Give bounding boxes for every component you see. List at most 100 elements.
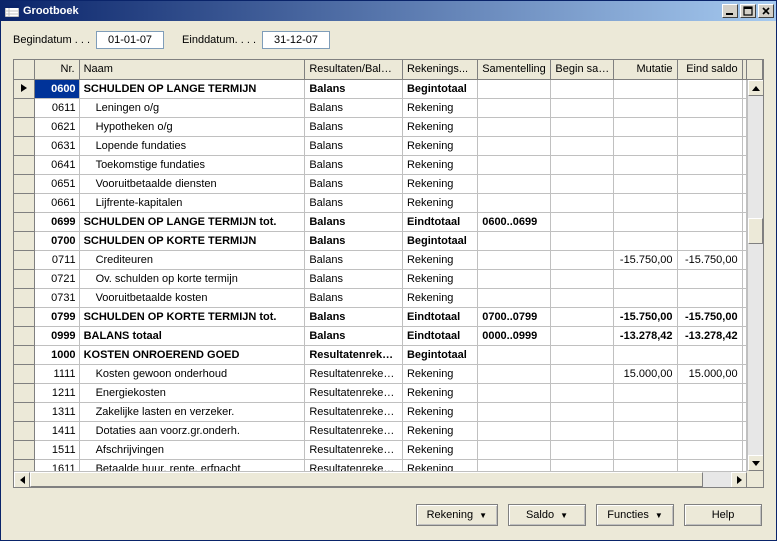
close-button[interactable] (758, 4, 774, 18)
cell-naam[interactable]: KOSTEN ONROEREND GOED (79, 345, 305, 364)
cell-nr[interactable]: 1000 (34, 345, 79, 364)
cell-es[interactable] (677, 79, 742, 98)
cell-sam[interactable] (478, 117, 551, 136)
cell-naam[interactable]: SCHULDEN OP LANGE TERMIJN tot. (79, 212, 305, 231)
cell-reks[interactable]: Begintotaal (402, 79, 477, 98)
cell-reks[interactable]: Rekening (402, 155, 477, 174)
cell-nr[interactable]: 0651 (34, 174, 79, 193)
cell-sam[interactable] (478, 174, 551, 193)
cell-rb[interactable]: Balans (305, 250, 403, 269)
begin-date-input[interactable] (96, 31, 164, 49)
cell-es[interactable] (677, 345, 742, 364)
cell-nr[interactable]: 0621 (34, 117, 79, 136)
row-selector[interactable] (14, 117, 34, 136)
scroll-up-button[interactable] (748, 80, 764, 96)
cell-naam[interactable]: Vooruitbetaalde diensten (79, 174, 305, 193)
col-reks[interactable]: Rekenings... (402, 60, 477, 79)
cell-es[interactable]: -15.750,00 (677, 250, 742, 269)
cell-rb[interactable]: Balans (305, 326, 403, 345)
cell-naam[interactable]: Toekomstige fundaties (79, 155, 305, 174)
cell-bs[interactable] (551, 79, 614, 98)
row-selector[interactable] (14, 79, 34, 98)
cell-naam[interactable]: Vooruitbetaalde kosten (79, 288, 305, 307)
cell-sam[interactable] (478, 421, 551, 440)
cell-rb[interactable]: Balans (305, 288, 403, 307)
table-row[interactable]: 1111Kosten gewoon onderhoudResultatenrek… (14, 364, 763, 383)
cell-mut[interactable] (614, 79, 677, 98)
cell-reks[interactable]: Rekening (402, 364, 477, 383)
cell-reks[interactable]: Rekening (402, 193, 477, 212)
cell-naam[interactable]: Hypotheken o/g (79, 117, 305, 136)
cell-mut[interactable] (614, 345, 677, 364)
cell-mut[interactable] (614, 231, 677, 250)
row-selector[interactable] (14, 269, 34, 288)
vscroll-thumb[interactable] (748, 218, 763, 244)
col-es[interactable]: Eind saldo (677, 60, 742, 79)
cell-reks[interactable]: Rekening (402, 136, 477, 155)
table-row[interactable]: 0651Vooruitbetaalde dienstenBalansRekeni… (14, 174, 763, 193)
cell-nr[interactable]: 0999 (34, 326, 79, 345)
scroll-down-button[interactable] (748, 455, 764, 471)
cell-bs[interactable] (551, 364, 614, 383)
cell-rb[interactable]: Balans (305, 136, 403, 155)
table-row[interactable]: 0700SCHULDEN OP KORTE TERMIJNBalansBegin… (14, 231, 763, 250)
row-selector[interactable] (14, 136, 34, 155)
cell-reks[interactable]: Rekening (402, 440, 477, 459)
cell-bs[interactable] (551, 383, 614, 402)
cell-sam[interactable] (478, 269, 551, 288)
cell-naam[interactable]: Lopende fundaties (79, 136, 305, 155)
cell-rb[interactable]: Balans (305, 212, 403, 231)
cell-es[interactable] (677, 269, 742, 288)
end-date-input[interactable] (262, 31, 330, 49)
cell-es[interactable] (677, 136, 742, 155)
horizontal-scrollbar[interactable] (14, 471, 747, 487)
row-selector[interactable] (14, 345, 34, 364)
table-row[interactable]: 0611Leningen o/gBalansRekening (14, 98, 763, 117)
cell-es[interactable] (677, 288, 742, 307)
cell-sam[interactable] (478, 193, 551, 212)
cell-mut[interactable] (614, 174, 677, 193)
cell-nr[interactable]: 1211 (34, 383, 79, 402)
cell-mut[interactable] (614, 421, 677, 440)
table-row[interactable]: 0721Ov. schulden op korte termijnBalansR… (14, 269, 763, 288)
cell-es[interactable] (677, 212, 742, 231)
cell-mut[interactable] (614, 193, 677, 212)
cell-mut[interactable] (614, 383, 677, 402)
row-selector[interactable] (14, 250, 34, 269)
cell-naam[interactable]: SCHULDEN OP KORTE TERMIJN (79, 231, 305, 250)
saldo-button[interactable]: Saldo ▼ (508, 504, 586, 526)
hscroll-track[interactable] (30, 472, 731, 487)
cell-mut[interactable] (614, 155, 677, 174)
cell-naam[interactable]: Leningen o/g (79, 98, 305, 117)
cell-reks[interactable]: Rekening (402, 383, 477, 402)
cell-sam[interactable]: 0000..0999 (478, 326, 551, 345)
table-row[interactable]: 0641Toekomstige fundatiesBalansRekening (14, 155, 763, 174)
cell-reks[interactable]: Rekening (402, 98, 477, 117)
cell-reks[interactable]: Eindtotaal (402, 307, 477, 326)
row-selector[interactable] (14, 402, 34, 421)
table-row[interactable]: 0621Hypotheken o/gBalansRekening (14, 117, 763, 136)
table-row[interactable]: 0661Lijfrente-kapitalenBalansRekening (14, 193, 763, 212)
cell-mut[interactable] (614, 288, 677, 307)
cell-mut[interactable]: -15.750,00 (614, 307, 677, 326)
cell-reks[interactable]: Rekening (402, 250, 477, 269)
cell-es[interactable] (677, 402, 742, 421)
table-row[interactable]: 0699SCHULDEN OP LANGE TERMIJN tot.Balans… (14, 212, 763, 231)
cell-sam[interactable] (478, 98, 551, 117)
corner-header[interactable] (14, 60, 34, 79)
vscroll-track[interactable] (748, 96, 763, 455)
cell-rb[interactable]: Balans (305, 269, 403, 288)
cell-bs[interactable] (551, 136, 614, 155)
cell-es[interactable] (677, 155, 742, 174)
cell-rb[interactable]: Resultatenreken... (305, 345, 403, 364)
table-row[interactable]: 1311Zakelijke lasten en verzeker.Resulta… (14, 402, 763, 421)
cell-nr[interactable]: 0661 (34, 193, 79, 212)
cell-nr[interactable]: 0731 (34, 288, 79, 307)
cell-nr[interactable]: 0699 (34, 212, 79, 231)
cell-nr[interactable]: 1311 (34, 402, 79, 421)
cell-rb[interactable]: Balans (305, 193, 403, 212)
cell-sam[interactable] (478, 79, 551, 98)
cell-sam[interactable] (478, 383, 551, 402)
cell-naam[interactable]: SCHULDEN OP LANGE TERMIJN (79, 79, 305, 98)
row-selector[interactable] (14, 307, 34, 326)
